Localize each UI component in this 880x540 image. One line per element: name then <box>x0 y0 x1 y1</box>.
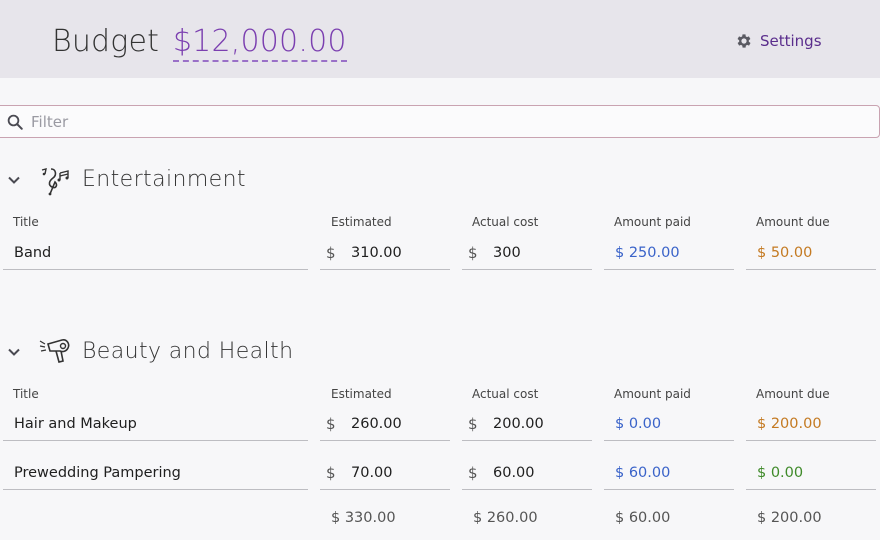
currency-symbol: $ <box>326 243 336 262</box>
actual-cost-value: 200.00 <box>493 415 544 432</box>
total-budget-amount[interactable]: $12,000.00 <box>172 24 347 62</box>
filter-input[interactable] <box>31 112 851 131</box>
total-amount-due: $ 200.00 <box>757 510 822 526</box>
total-amount-paid: $ 60.00 <box>615 510 671 526</box>
actual-cost-field[interactable]: $ 200.00 <box>462 407 592 441</box>
amount-paid-field[interactable]: $ 250.00 <box>604 236 734 270</box>
page-header: Budget $12,000.00 Settings <box>0 0 880 78</box>
chevron-down-icon[interactable] <box>7 173 21 187</box>
category-title: Entertainment <box>82 167 246 192</box>
hair-dryer-icon <box>39 339 70 363</box>
amount-paid-field[interactable]: $ 60.00 <box>604 456 734 490</box>
column-header-estimated: Estimated <box>331 215 392 229</box>
estimated-field[interactable]: $ 70.00 <box>320 456 450 490</box>
item-title-field[interactable]: Prewedding Pampering <box>3 456 308 490</box>
category-title: Beauty and Health <box>82 339 294 364</box>
amount-due-value: $ 200.00 <box>746 407 876 441</box>
estimated-value: 310.00 <box>351 244 402 261</box>
actual-cost-field[interactable]: $ 300 <box>462 236 592 270</box>
column-header-due: Amount due <box>756 215 830 229</box>
column-header-paid: Amount paid <box>614 387 691 401</box>
total-actual-cost: $ 260.00 <box>473 510 538 526</box>
column-header-estimated: Estimated <box>331 387 392 401</box>
category-header-entertainment: Entertainment <box>0 163 880 199</box>
amount-due-value: $ 50.00 <box>746 236 876 270</box>
item-title-field[interactable]: Hair and Makeup <box>3 407 308 441</box>
page-title: Budget $12,000.00 <box>52 24 347 62</box>
chevron-down-icon[interactable] <box>7 345 21 359</box>
estimated-value: 260.00 <box>351 415 402 432</box>
actual-cost-value: 300 <box>493 244 521 261</box>
column-header-title: Title <box>13 387 39 401</box>
estimated-field[interactable]: $ 310.00 <box>320 236 450 270</box>
music-notes-icon <box>41 168 69 196</box>
estimated-value: 70.00 <box>351 464 393 481</box>
search-icon <box>7 114 23 130</box>
gear-icon <box>737 34 751 48</box>
currency-symbol: $ <box>468 463 478 482</box>
settings-label: Settings <box>760 32 822 50</box>
total-estimated: $ 330.00 <box>331 510 396 526</box>
column-header-actual: Actual cost <box>472 215 539 229</box>
column-header-paid: Amount paid <box>614 215 691 229</box>
settings-button[interactable]: Settings <box>735 32 822 50</box>
actual-cost-field[interactable]: $ 60.00 <box>462 456 592 490</box>
actual-cost-value: 60.00 <box>493 464 535 481</box>
amount-due-value: $ 0.00 <box>746 456 876 490</box>
amount-paid-field[interactable]: $ 0.00 <box>604 407 734 441</box>
currency-symbol: $ <box>468 414 478 433</box>
page-title-label: Budget <box>52 24 160 59</box>
column-header-title: Title <box>13 215 39 229</box>
item-title-field[interactable]: Band <box>3 236 308 270</box>
currency-symbol: $ <box>468 243 478 262</box>
category-header-beauty-and-health: Beauty and Health <box>0 335 880 371</box>
currency-symbol: $ <box>326 463 336 482</box>
currency-symbol: $ <box>326 414 336 433</box>
estimated-field[interactable]: $ 260.00 <box>320 407 450 441</box>
column-header-actual: Actual cost <box>472 387 539 401</box>
filter-field[interactable] <box>0 105 880 138</box>
column-header-due: Amount due <box>756 387 830 401</box>
